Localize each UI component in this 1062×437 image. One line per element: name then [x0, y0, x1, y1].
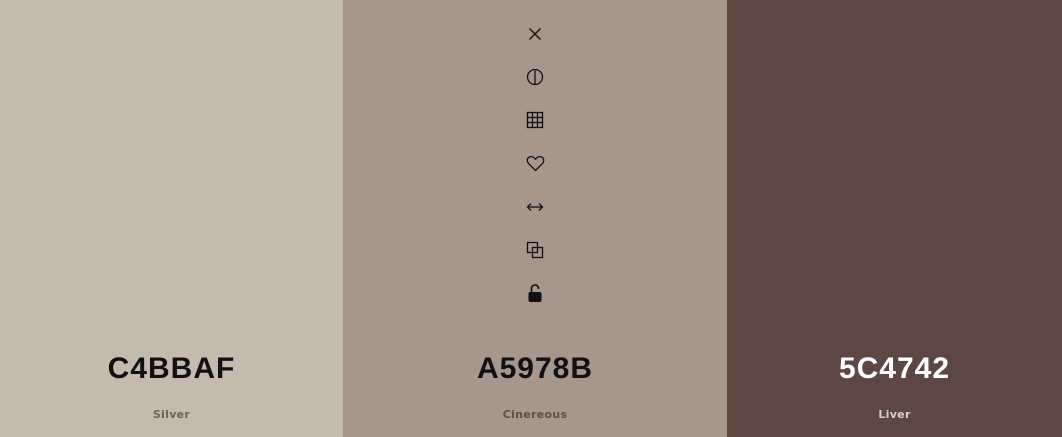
swatch-toolbar	[523, 22, 547, 324]
heart-icon	[526, 156, 544, 172]
copy-icon	[526, 241, 544, 259]
swatch-cinereous[interactable]: A5978B Cinereous	[343, 0, 727, 437]
color-name[interactable]: Silver	[0, 408, 343, 421]
swatch-silver[interactable]: C4BBAF Silver	[0, 0, 343, 437]
color-name[interactable]: Cinereous	[343, 408, 727, 421]
shades-button[interactable]	[523, 65, 547, 89]
copy-hex-button[interactable]	[523, 238, 547, 262]
hex-code[interactable]: C4BBAF	[0, 352, 343, 386]
unlock-icon	[528, 284, 542, 303]
remove-color-button[interactable]	[523, 22, 547, 46]
swatch-liver[interactable]: 5C4742 Liver	[727, 0, 1062, 437]
save-color-button[interactable]	[523, 152, 547, 176]
grid-icon	[526, 112, 544, 129]
contrast-icon	[526, 69, 544, 86]
lock-color-button[interactable]	[523, 281, 547, 305]
arrows-horizontal-icon	[526, 202, 544, 211]
hex-code[interactable]: A5978B	[343, 352, 727, 386]
color-name[interactable]: Liver	[727, 408, 1062, 421]
drag-handle[interactable]	[523, 195, 547, 219]
color-palette: C4BBAF Silver A5978B Cinereous 5C4742 Li…	[0, 0, 1062, 437]
view-grid-button[interactable]	[523, 108, 547, 132]
close-icon	[529, 28, 541, 40]
hex-code[interactable]: 5C4742	[727, 352, 1062, 386]
